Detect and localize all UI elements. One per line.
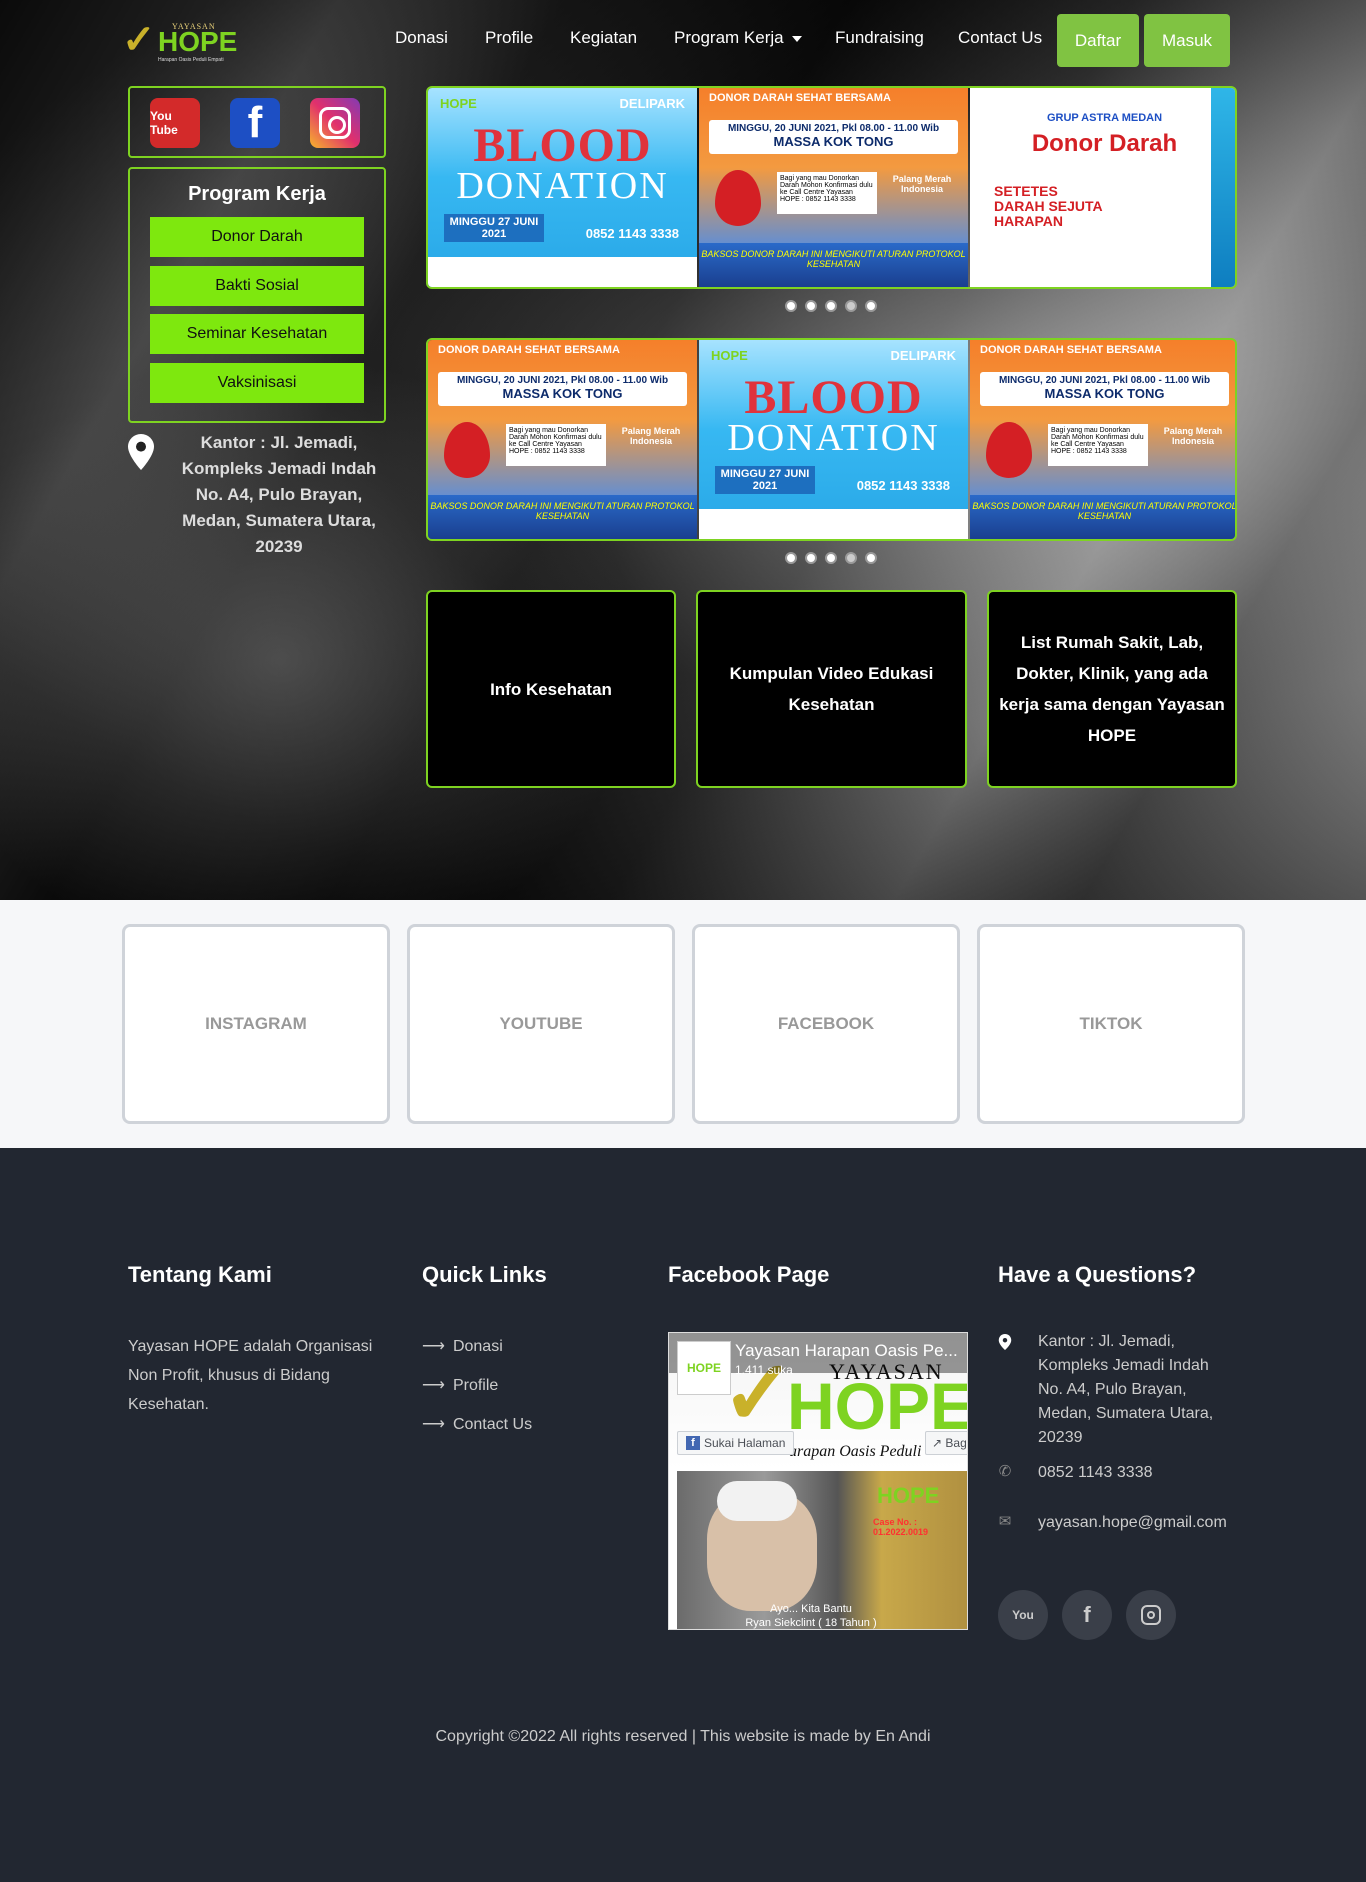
poster-donor-darah[interactable]: DONOR DARAH SEHAT BERSAMA MINGGU, 20 JUN…	[970, 340, 1235, 539]
footer-link-contact-us[interactable]: ⟶ Contact Us	[422, 1414, 532, 1434]
carousel-dot[interactable]	[845, 552, 857, 564]
chevron-down-icon	[791, 35, 802, 42]
nav-kegiatan[interactable]: Kegiatan	[570, 28, 637, 48]
copyright-text: Copyright ©2022 All rights reserved | Th…	[435, 1728, 931, 1745]
facebook-share-button[interactable]: ↗ Bag	[925, 1431, 967, 1455]
poster-blood-donation[interactable]: HOPE DELIPARK BLOOD DONATION MINGGU 27 J…	[699, 340, 968, 539]
carousel-1-indicators	[785, 300, 877, 312]
footer-email[interactable]: yayasan.hope@gmail.com	[1038, 1511, 1238, 1535]
about-text: Yayasan HOPE adalah Organisasi Non Profi…	[128, 1338, 373, 1413]
login-button[interactable]: Masuk	[1144, 14, 1230, 67]
carousel-dot[interactable]	[825, 300, 837, 312]
envelope-icon: ✉	[998, 1513, 1012, 1530]
facebook-icon[interactable]: f	[1062, 1590, 1112, 1640]
facebook-icon[interactable]: f	[230, 98, 280, 148]
poster-blood-donation[interactable]: HOPE DELIPARK BLOOD DONATION MINGGU 27 J…	[428, 88, 697, 287]
program-donor-darah-button[interactable]: Donor Darah	[150, 217, 364, 257]
tiktok-card[interactable]: TIKTOK	[977, 924, 1245, 1124]
phone-icon: ✆	[998, 1463, 1012, 1480]
arrow-right-icon: ⟶	[422, 1338, 445, 1355]
carousel-dot[interactable]	[785, 300, 797, 312]
program-seminar-kesehatan-button[interactable]: Seminar Kesehatan	[150, 314, 364, 354]
facebook-icon: f	[686, 1436, 700, 1450]
about-heading: Tentang Kami	[128, 1262, 272, 1287]
instagram-icon[interactable]	[1126, 1590, 1176, 1640]
facebook-card[interactable]: FACEBOOK	[692, 924, 960, 1124]
arrow-right-icon: ⟶	[422, 1416, 445, 1433]
hero-section: ✓ YAYASAN HOPE Harapan Oasis Peduli Empa…	[0, 0, 1366, 900]
poster-donor-darah[interactable]: DONOR DARAH SEHAT BERSAMA MINGGU, 20 JUN…	[428, 340, 697, 539]
site-footer: Tentang Kami Yayasan HOPE adalah Organis…	[0, 1148, 1366, 1882]
social-links-box: You Tube f	[128, 86, 386, 158]
nav-fundraising[interactable]: Fundraising	[835, 28, 924, 48]
nav-donasi[interactable]: Donasi	[395, 28, 448, 48]
info-kesehatan-card[interactable]: Info Kesehatan	[426, 590, 676, 788]
map-pin-icon	[128, 434, 154, 470]
carousel-dot[interactable]	[845, 300, 857, 312]
facebook-post-image[interactable]: HOPE Case No. : 01.2022.0019 Ayo... Kita…	[677, 1471, 967, 1629]
nav-program-kerja[interactable]: Program Kerja	[674, 28, 802, 48]
nav-profile[interactable]: Profile	[485, 28, 533, 48]
facebook-page-avatar[interactable]: HOPE	[677, 1341, 731, 1395]
arrow-right-icon: ⟶	[422, 1377, 445, 1394]
poster-astra-donor-darah[interactable]: GRUP ASTRA MEDAN Donor Darah SETETES DAR…	[970, 88, 1235, 287]
facebook-like-button[interactable]: f Sukai Halaman	[677, 1431, 795, 1455]
nav-contact-us[interactable]: Contact Us	[958, 28, 1042, 48]
youtube-icon[interactable]: You	[998, 1590, 1048, 1640]
instagram-card[interactable]: INSTAGRAM	[122, 924, 390, 1124]
carousel-dot[interactable]	[805, 552, 817, 564]
carousel-dot[interactable]	[865, 300, 877, 312]
poster-carousel-2[interactable]: DONOR DARAH SEHAT BERSAMA MINGGU, 20 JUN…	[426, 338, 1237, 541]
footer-link-donasi[interactable]: ⟶ Donasi	[422, 1336, 503, 1356]
partner-list-card[interactable]: List Rumah Sakit, Lab, Dokter, Klinik, y…	[987, 590, 1237, 788]
contact-heading: Have a Questions?	[998, 1262, 1197, 1287]
blood-drop-icon	[715, 170, 761, 226]
video-edukasi-card[interactable]: Kumpulan Video Edukasi Kesehatan	[696, 590, 967, 788]
poster-donor-darah[interactable]: DONOR DARAH SEHAT BERSAMA MINGGU, 20 JUN…	[699, 88, 968, 287]
blood-drop-icon	[986, 422, 1032, 478]
facebook-page-heading: Facebook Page	[668, 1262, 830, 1287]
facebook-page-name[interactable]: Yayasan Harapan Oasis Pe...	[735, 1341, 958, 1361]
carousel-dot[interactable]	[825, 552, 837, 564]
program-kerja-title: Program Kerja	[188, 183, 326, 205]
social-media-section: INSTAGRAM YOUTUBE FACEBOOK TIKTOK	[0, 900, 1366, 1148]
carousel-dot[interactable]	[865, 552, 877, 564]
footer-phone[interactable]: 0852 1143 3338	[1038, 1461, 1238, 1485]
carousel-2-indicators	[785, 552, 877, 564]
office-address: Kantor : Jl. Jemadi, Kompleks Jemadi Ind…	[128, 430, 386, 560]
map-pin-icon	[998, 1334, 1012, 1350]
poster-carousel-1[interactable]: HOPE DELIPARK BLOOD DONATION MINGGU 27 J…	[426, 86, 1237, 289]
facebook-page-widget[interactable]: ✓ YAYASAN HOPE arapan Oasis Peduli HOPE …	[668, 1332, 968, 1630]
carousel-dot[interactable]	[805, 300, 817, 312]
instagram-icon[interactable]	[310, 98, 360, 148]
blood-drop-icon	[444, 422, 490, 478]
site-logo[interactable]: ✓ YAYASAN HOPE Harapan Oasis Peduli Empa…	[122, 20, 237, 63]
facebook-like-count: 1.411 suka	[735, 1363, 793, 1377]
footer-address: Kantor : Jl. Jemadi, Kompleks Jemadi Ind…	[1038, 1333, 1214, 1446]
program-bakti-sosial-button[interactable]: Bakti Sosial	[150, 266, 364, 306]
register-button[interactable]: Daftar	[1057, 14, 1139, 67]
program-vaksinisasi-button[interactable]: Vaksinisasi	[150, 363, 364, 403]
program-kerja-box: Program Kerja Donor Darah Bakti Sosial S…	[128, 167, 386, 423]
youtube-icon[interactable]: You Tube	[150, 98, 200, 148]
youtube-card[interactable]: YOUTUBE	[407, 924, 675, 1124]
quick-links-heading: Quick Links	[422, 1262, 547, 1287]
carousel-dot[interactable]	[785, 552, 797, 564]
footer-link-profile[interactable]: ⟶ Profile	[422, 1375, 498, 1395]
